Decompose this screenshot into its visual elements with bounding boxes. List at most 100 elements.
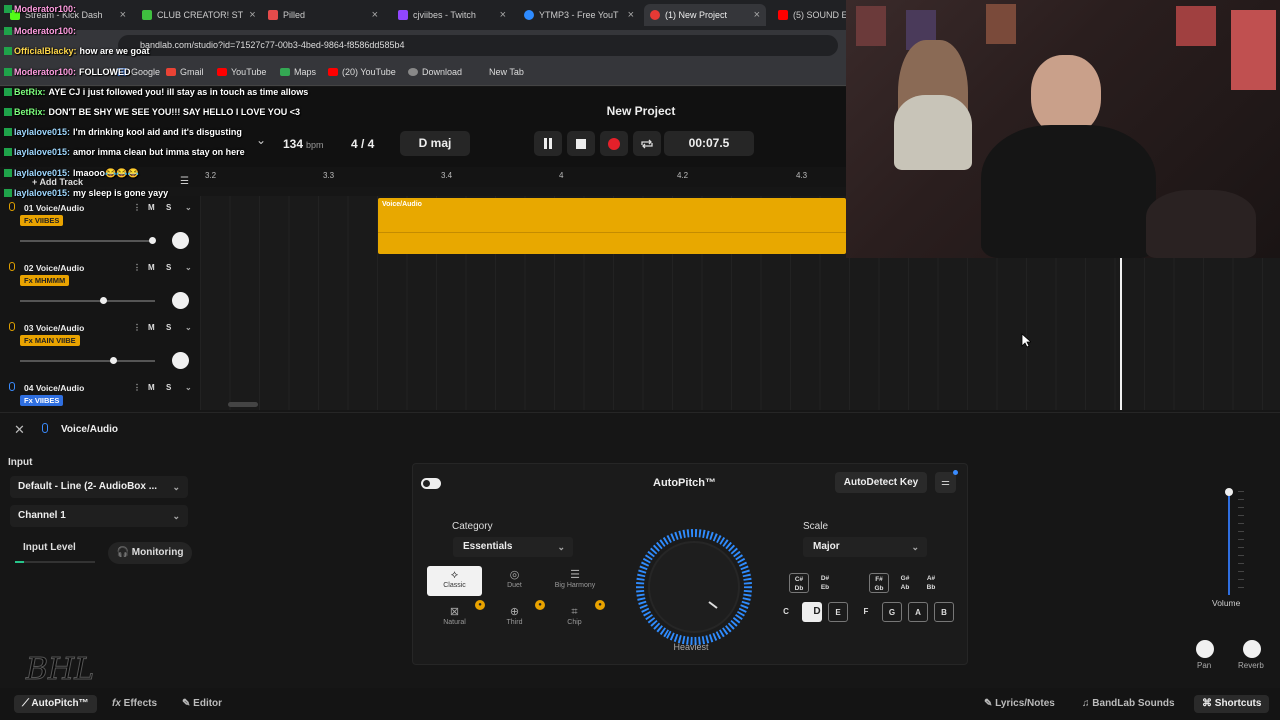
tab-twitch[interactable]: cjviibes - Twitch × bbox=[392, 4, 512, 26]
solo-button[interactable]: S bbox=[166, 203, 171, 212]
track-row[interactable]: 02 Voice/Audio ⋮ M S ⌄ Fx MHMMM bbox=[0, 256, 1280, 316]
more-icon[interactable]: ⋮ bbox=[133, 203, 141, 212]
chevron-down-icon[interactable]: ⌄ bbox=[185, 383, 192, 392]
key-e[interactable]: E bbox=[828, 602, 848, 622]
style-natural[interactable]: ⊠ Natural bbox=[427, 603, 482, 633]
audio-clip[interactable]: Voice/Audio bbox=[378, 198, 846, 254]
track-settings-icon[interactable]: ☰ bbox=[180, 176, 189, 187]
style-third[interactable]: ⊕ Third bbox=[487, 603, 542, 633]
record-button[interactable] bbox=[600, 131, 628, 156]
pause-button[interactable] bbox=[534, 131, 562, 156]
playhead[interactable] bbox=[1120, 258, 1122, 410]
reverb-knob[interactable] bbox=[1243, 640, 1261, 658]
fx-badge[interactable]: Fx MAIN VIIBE bbox=[20, 335, 80, 346]
track-name[interactable]: 02 Voice/Audio bbox=[24, 263, 84, 273]
tab-pilled[interactable]: Pilled × bbox=[262, 4, 384, 26]
pan-knob[interactable] bbox=[172, 292, 189, 309]
mute-button[interactable]: M bbox=[148, 203, 155, 212]
mute-button[interactable]: M bbox=[148, 263, 155, 272]
chevron-down-icon[interactable]: ⌄ bbox=[256, 133, 266, 147]
track-name[interactable]: 03 Voice/Audio bbox=[24, 323, 84, 333]
lyrics-notes-button[interactable]: ✎ Lyrics/Notes bbox=[976, 695, 1063, 713]
volume-fader[interactable] bbox=[20, 297, 155, 304]
key-d[interactable]: D bbox=[802, 602, 822, 622]
pan-knob[interactable] bbox=[1196, 640, 1214, 658]
more-icon[interactable]: ⋮ bbox=[133, 323, 141, 332]
scale-select[interactable]: Major ⌄ bbox=[803, 537, 927, 557]
bookmark-youtube[interactable]: YouTube bbox=[217, 67, 266, 77]
input-device-select[interactable]: Default - Line (2- AudioBox ... ⌄ bbox=[10, 476, 188, 498]
chevron-down-icon[interactable]: ⌄ bbox=[185, 263, 192, 272]
settings-sliders-icon[interactable]: ⚌ bbox=[935, 470, 958, 493]
master-volume-slider[interactable] bbox=[1225, 488, 1233, 595]
style-classic[interactable]: ⟡ Classic bbox=[427, 566, 482, 596]
key-display[interactable]: D maj bbox=[400, 131, 470, 156]
close-icon[interactable]: ✕ bbox=[14, 422, 25, 438]
solo-button[interactable]: S bbox=[166, 323, 171, 332]
fx-badge[interactable]: Fx VIIBES bbox=[20, 395, 64, 406]
autopitch-dial[interactable] bbox=[633, 526, 755, 648]
fader-handle[interactable] bbox=[109, 357, 117, 364]
tempo-display[interactable]: 134 bpm bbox=[283, 137, 324, 151]
pan-knob[interactable] bbox=[172, 232, 189, 249]
key-c[interactable]: C bbox=[776, 602, 796, 622]
autopitch-tab[interactable]: ⟋ AutoPitch™ bbox=[14, 695, 97, 713]
key-b[interactable]: B bbox=[934, 602, 954, 622]
category-select[interactable]: Essentials ⌄ bbox=[453, 537, 573, 557]
track-lane[interactable] bbox=[200, 256, 1280, 316]
more-icon[interactable]: ⋮ bbox=[133, 383, 141, 392]
chevron-down-icon[interactable]: ⌄ bbox=[185, 203, 192, 212]
shortcuts-button[interactable]: ⌘ Shortcuts bbox=[1194, 695, 1270, 713]
tab-club-creator[interactable]: CLUB CREATOR! ST × bbox=[136, 4, 258, 26]
fx-badge[interactable]: Fx MHMMM bbox=[20, 275, 70, 286]
monitoring-button[interactable]: 🎧 Monitoring bbox=[108, 542, 192, 564]
autodetect-key-button[interactable]: AutoDetect Key bbox=[835, 472, 927, 493]
bandlab-sounds-button[interactable]: ♫ BandLab Sounds bbox=[1074, 695, 1183, 713]
tab-ytmp3[interactable]: YTMP3 - Free YouT × bbox=[518, 4, 640, 26]
track-lane[interactable] bbox=[200, 376, 1280, 410]
bookmark-google[interactable]: Google bbox=[117, 67, 160, 77]
autopitch-toggle[interactable] bbox=[421, 478, 441, 489]
key-a[interactable]: A bbox=[908, 602, 928, 622]
key-f-sharp[interactable]: F# Gb bbox=[869, 573, 889, 593]
more-icon[interactable]: ⋮ bbox=[133, 263, 141, 272]
project-title[interactable]: New Project bbox=[560, 104, 722, 118]
close-icon[interactable]: × bbox=[494, 9, 506, 21]
key-c-sharp[interactable]: C# Db bbox=[789, 573, 809, 593]
loop-button[interactable] bbox=[633, 131, 661, 156]
tab-new-project[interactable]: (1) New Project × bbox=[644, 4, 766, 26]
solo-button[interactable]: S bbox=[166, 383, 171, 392]
close-icon[interactable]: × bbox=[114, 9, 126, 21]
key-f[interactable]: F bbox=[856, 602, 876, 622]
time-signature[interactable]: 4 / 4 bbox=[351, 137, 374, 151]
add-track-button[interactable]: + Add Track bbox=[32, 177, 83, 187]
track-lane[interactable] bbox=[200, 316, 1280, 376]
close-icon[interactable]: × bbox=[366, 9, 378, 21]
key-d-sharp[interactable]: D# Eb bbox=[815, 573, 835, 593]
track-name[interactable]: 01 Voice/Audio bbox=[24, 203, 84, 213]
volume-fader[interactable] bbox=[20, 357, 155, 364]
style-chip[interactable]: ⌗ Chip bbox=[547, 603, 602, 633]
track-row[interactable]: 03 Voice/Audio ⋮ M S ⌄ Fx MAIN VIIBE bbox=[0, 316, 1280, 376]
pan-knob[interactable] bbox=[172, 352, 189, 369]
url-field[interactable]: bandlab.com/studio?id=71527c77-00b3-4bed… bbox=[118, 35, 838, 56]
mute-button[interactable]: M bbox=[148, 323, 155, 332]
bookmark-new-tab[interactable]: New Tab bbox=[489, 67, 524, 77]
track-name[interactable]: 04 Voice/Audio bbox=[24, 383, 84, 393]
style-big-harmony[interactable]: ☰ Big Harmony bbox=[547, 566, 603, 596]
style-duet[interactable]: ◎ Duet bbox=[487, 566, 542, 596]
key-g-sharp[interactable]: G# Ab bbox=[895, 573, 915, 593]
bookmark-gmail[interactable]: Gmail bbox=[166, 67, 204, 77]
tab-kick-dash[interactable]: Stream - Kick Dash × bbox=[4, 4, 132, 26]
bookmark-maps[interactable]: Maps bbox=[280, 67, 316, 77]
fx-badge[interactable]: Fx VIIBES bbox=[20, 215, 64, 226]
fader-handle[interactable] bbox=[100, 297, 108, 304]
horizontal-scrollbar[interactable] bbox=[228, 402, 258, 407]
key-g[interactable]: G bbox=[882, 602, 902, 622]
stop-button[interactable] bbox=[567, 131, 595, 156]
volume-fader[interactable] bbox=[20, 237, 156, 244]
tab-sound-effects[interactable]: (5) SOUND E bbox=[772, 4, 846, 26]
effects-tab[interactable]: fx Effects bbox=[104, 695, 165, 713]
chevron-down-icon[interactable]: ⌄ bbox=[185, 323, 192, 332]
solo-button[interactable]: S bbox=[166, 263, 171, 272]
